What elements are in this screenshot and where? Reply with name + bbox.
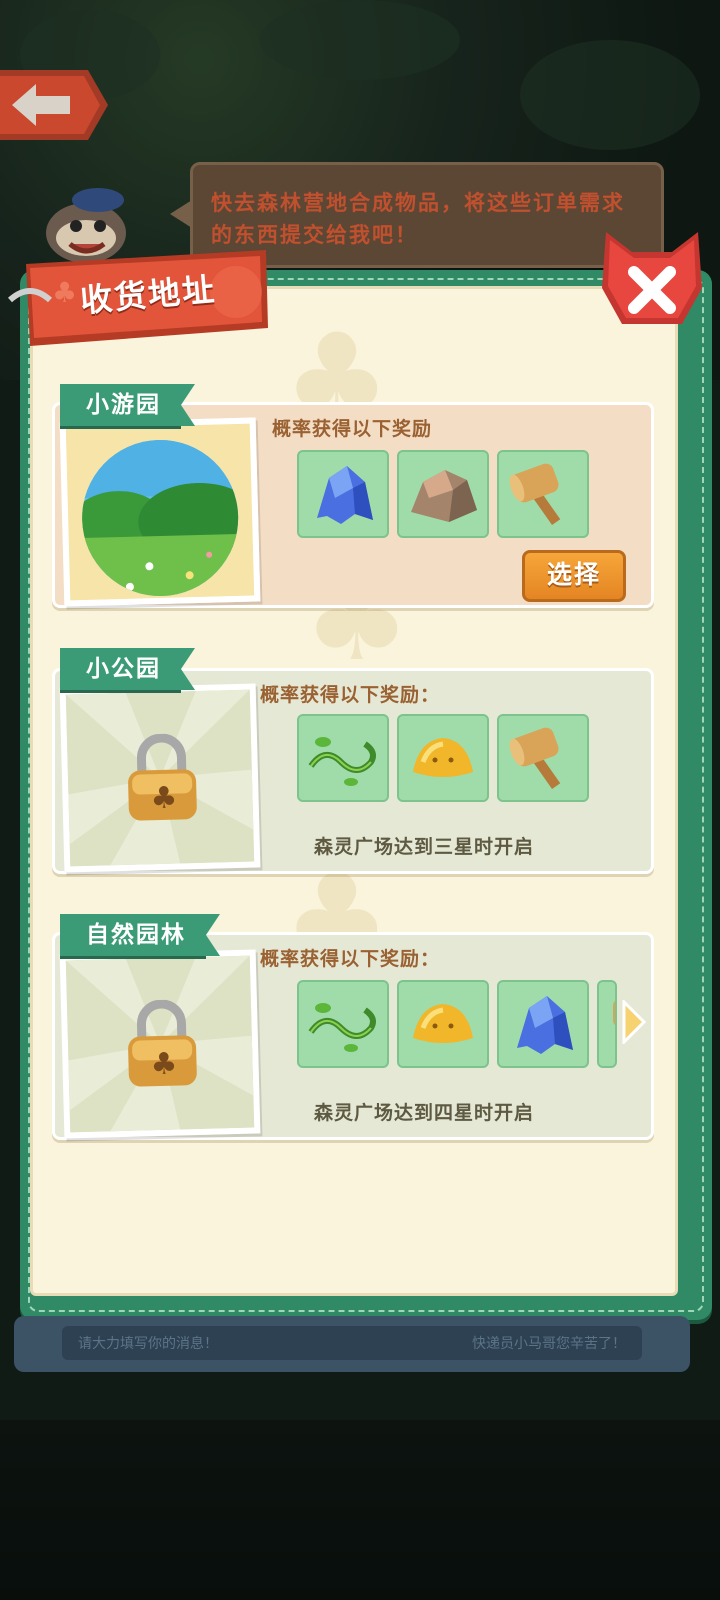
unlock-condition-text: 森灵广场达到四星时开启 xyxy=(314,1102,535,1124)
svg-text:♣: ♣ xyxy=(150,781,178,817)
location-name-ribbon: 小公园 xyxy=(60,648,195,690)
location-image-frame: ♣ xyxy=(59,683,261,873)
blue-crystal-icon xyxy=(517,996,573,1054)
reward-tile xyxy=(297,450,389,538)
wooden-mallet-icon xyxy=(509,727,561,790)
unlock-condition-text: 森灵广场达到三星时开启 xyxy=(314,836,535,858)
clip-icon xyxy=(7,288,53,303)
reward-tile-partial xyxy=(597,980,617,1068)
reward-label: 概率获得以下奖励： xyxy=(260,948,441,970)
yellow-slime-icon xyxy=(413,1004,473,1043)
yellow-slime-icon xyxy=(413,738,473,777)
speech-text: 快去森林营地合成物品，将这些订单需求的东西提交给我吧！ xyxy=(211,191,625,247)
park-landscape-icon xyxy=(65,423,255,601)
wooden-mallet-icon xyxy=(509,463,561,526)
reward-tile xyxy=(397,980,489,1068)
blue-crystal-icon xyxy=(317,466,373,524)
vine-icon xyxy=(308,737,376,786)
message-bar: 请大力填写你的消息！ 快递员小马哥您辛苦了！ xyxy=(14,1316,690,1372)
svg-text:♣: ♣ xyxy=(52,276,77,309)
reward-label: 概率获得以下奖励 xyxy=(272,418,433,440)
close-button[interactable] xyxy=(598,228,706,336)
reward-tile xyxy=(497,714,589,802)
location-name-ribbon: 小游园 xyxy=(60,384,195,426)
reward-tile xyxy=(397,450,489,538)
reward-tile xyxy=(497,980,589,1068)
reward-label: 概率获得以下奖励： xyxy=(260,684,441,706)
reward-tile xyxy=(297,714,389,802)
svg-text:♣: ♣ xyxy=(150,1047,178,1083)
wooden-mallet-icon xyxy=(613,1000,615,1026)
back-button[interactable] xyxy=(0,66,110,144)
speech-bubble-tail xyxy=(170,200,192,228)
location-image-frame: ♣ xyxy=(59,949,261,1139)
message-placeholder: 请大力填写你的消息！ xyxy=(78,1336,218,1352)
back-arrow-icon xyxy=(0,70,108,140)
location-name-ribbon: 自然园林 xyxy=(60,914,220,956)
vine-icon xyxy=(308,1003,376,1052)
reward-tile xyxy=(297,980,389,1068)
message-input[interactable]: 请大力填写你的消息！ 快递员小马哥您辛苦了！ xyxy=(62,1326,642,1360)
rock-icon xyxy=(411,470,477,522)
reward-tile xyxy=(497,450,589,538)
location-image-frame xyxy=(59,417,261,607)
courier-message: 快递员小马哥您辛苦了！ xyxy=(472,1336,626,1352)
padlock-icon: ♣ xyxy=(128,733,197,821)
scroll-right-arrow-icon[interactable] xyxy=(620,1000,646,1044)
reward-tile xyxy=(397,714,489,802)
select-button[interactable]: 选择 xyxy=(522,550,626,602)
padlock-icon: ♣ xyxy=(128,999,197,1087)
